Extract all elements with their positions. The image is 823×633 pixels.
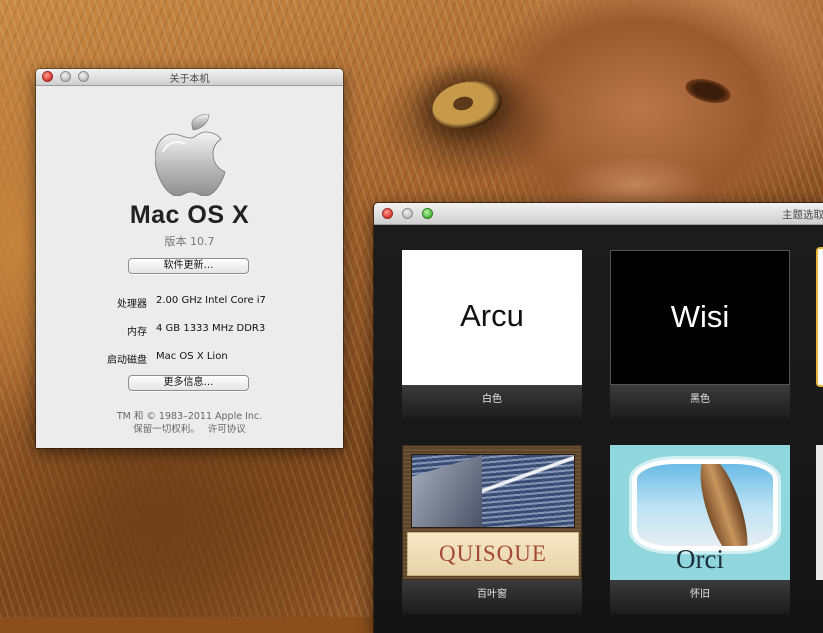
- theme-thumbnail[interactable]: Wisi: [610, 250, 790, 385]
- theme-name: 黑色: [610, 385, 790, 419]
- zoom-button[interactable]: [422, 208, 433, 219]
- theme-thumbnail[interactable]: [816, 247, 823, 387]
- copyright-text: TM 和 © 1983–2011 Apple Inc.: [116, 411, 263, 422]
- theme-grid: Arcu 白色 Wisi 黑色 QUISQUE 百叶窗 Orci 怀旧: [374, 225, 823, 633]
- theme-titlebar[interactable]: 主题选取: [374, 203, 823, 225]
- theme-name: 白色: [402, 385, 582, 419]
- window-title: 主题选取: [782, 209, 823, 221]
- spec-label: 处理器: [117, 299, 147, 310]
- spec-value: 2.00 GHz Intel Core i7: [156, 295, 266, 306]
- blinds-title-band: QUISQUE: [407, 532, 579, 576]
- about-titlebar[interactable]: 关于本机: [36, 69, 343, 86]
- blinds-preview-photo: [411, 454, 575, 528]
- close-button[interactable]: [382, 208, 393, 219]
- copyright-notice: TM 和 © 1983–2011 Apple Inc. 保留一切权利。 许可协议: [36, 410, 343, 436]
- theme-chooser-window: 主题选取 Arcu 白色 Wisi 黑色 QUISQUE 百叶窗 Orci 怀旧: [374, 203, 823, 633]
- minimize-button[interactable]: [402, 208, 413, 219]
- theme-preview-text: Orci: [676, 544, 724, 574]
- theme-thumbnail[interactable]: [816, 445, 823, 580]
- lion-eye-left: [427, 75, 507, 135]
- rights-text: 保留一切权利。: [133, 424, 200, 435]
- software-update-button[interactable]: 软件更新…: [128, 258, 249, 274]
- theme-thumbnail[interactable]: Arcu: [402, 250, 582, 385]
- theme-preview-text: QUISQUE: [439, 541, 547, 566]
- theme-thumbnail[interactable]: QUISQUE: [402, 445, 582, 580]
- license-link[interactable]: 许可协议: [208, 424, 246, 435]
- nostalgia-preview-photo: [632, 459, 778, 551]
- theme-thumbnail[interactable]: Orci: [610, 445, 790, 580]
- more-info-button[interactable]: 更多信息…: [128, 375, 249, 391]
- spec-label: 内存: [127, 327, 147, 338]
- theme-name: 怀旧: [610, 580, 790, 614]
- os-version: 版本 10.7: [164, 235, 215, 248]
- theme-preview-text: Arcu: [460, 298, 524, 333]
- surfboard-image: [690, 464, 758, 546]
- spec-label: 启动磁盘: [107, 355, 147, 366]
- spec-value: 4 GB 1333 MHz DDR3: [156, 323, 266, 334]
- theme-name: 百叶窗: [402, 580, 582, 614]
- about-this-mac-window: 关于本机 Mac OS X 版本 10.7 软件更新… 处理器 2.00 GHz…: [36, 69, 343, 448]
- lion-eye-right: [683, 74, 733, 108]
- theme-preview-text: Wisi: [670, 299, 730, 334]
- spec-value: Mac OS X Lion: [156, 351, 228, 362]
- window-title: 关于本机: [169, 74, 210, 85]
- os-name: Mac OS X: [129, 201, 250, 229]
- apple-logo-icon: [155, 114, 226, 196]
